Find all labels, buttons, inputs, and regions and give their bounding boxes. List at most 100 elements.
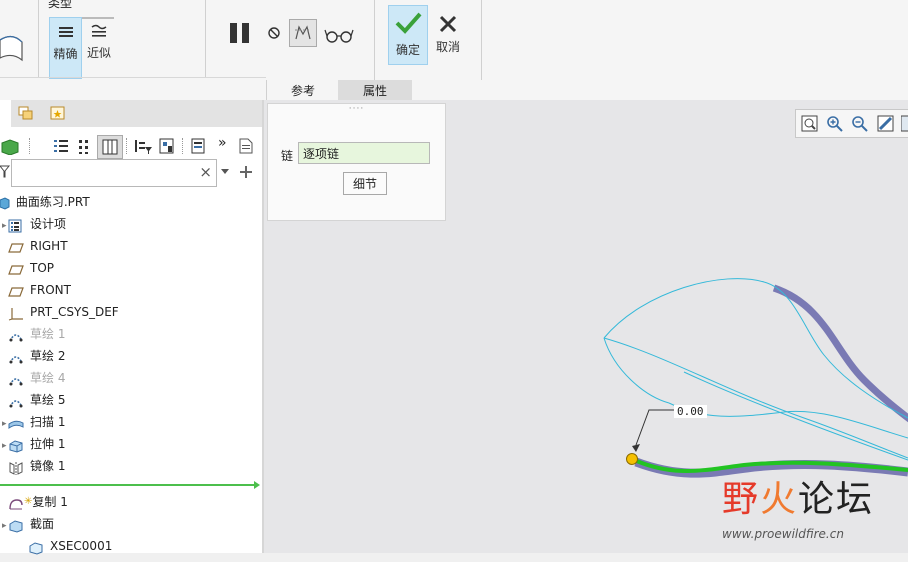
settings-icon[interactable]	[158, 137, 176, 155]
datum-plane-icon	[8, 262, 24, 276]
tree-item[interactable]: ▸ 扫描 1	[2, 411, 66, 433]
geometry-preview-button[interactable]	[289, 19, 317, 47]
precise-button[interactable]: 精确	[49, 17, 82, 79]
extrude-icon	[8, 438, 24, 453]
check-icon	[395, 12, 422, 34]
tree-item-label: 拉伸 1	[30, 437, 66, 451]
tree-item-label: FRONT	[30, 283, 71, 297]
geometry-preview-icon	[295, 25, 311, 40]
tree-item-label: PRT_CSYS_DEF	[30, 305, 119, 319]
tree-item[interactable]: XSEC0001	[28, 535, 112, 557]
insert-here-line[interactable]	[0, 484, 258, 486]
design-items-icon	[8, 218, 24, 232]
tree-item[interactable]: ▸ 设计项	[2, 213, 67, 235]
surface-edge-upper	[772, 284, 908, 423]
ok-button[interactable]: 确定	[388, 5, 428, 65]
display-style-icon[interactable]	[901, 115, 908, 133]
details-button[interactable]: 细节	[343, 172, 387, 195]
filter-columns-icon[interactable]	[77, 137, 91, 155]
ribbon-bottom-line	[0, 77, 266, 78]
tree-item-label: 草绘 4	[30, 371, 66, 385]
approx-label: 近似	[86, 46, 111, 60]
precise-icon	[58, 27, 73, 37]
no-preview-icon[interactable]	[267, 26, 281, 40]
panel-tabs	[0, 100, 262, 127]
datum-plane-icon	[8, 240, 24, 254]
approx-button[interactable]: 近似	[83, 19, 115, 77]
sketch-icon	[8, 350, 24, 364]
group-label: 类型	[48, 0, 73, 10]
tab-model-tree[interactable]	[0, 100, 11, 127]
show-icon[interactable]	[0, 137, 20, 155]
clear-icon[interactable]: ×	[199, 163, 212, 181]
curve-spine	[603, 337, 908, 459]
copy-icon	[8, 496, 24, 510]
tree-item[interactable]: 草绘 4	[8, 367, 65, 389]
tree-item-label: TOP	[30, 261, 55, 275]
tree-item-label: 扫描 1	[30, 415, 66, 429]
start-point	[626, 453, 638, 465]
xsec-icon	[28, 540, 44, 555]
glasses-icon[interactable]	[324, 27, 354, 43]
tree-item-label: 草绘 5	[30, 393, 66, 407]
tree-item[interactable]: RIGHT	[8, 235, 68, 257]
tree-root-label: 曲面练习.PRT	[15, 195, 90, 209]
separator	[29, 138, 31, 154]
refit-icon[interactable]	[801, 115, 819, 133]
tab-strip-filler	[412, 80, 482, 100]
tree-item-label: 镜像 1	[30, 459, 66, 473]
tree-item[interactable]: ▸ 截面	[2, 513, 54, 535]
sketch-icon	[8, 328, 24, 342]
tree-item[interactable]: TOP	[8, 257, 54, 279]
ok-label: 确定	[395, 43, 420, 57]
add-icon[interactable]	[239, 165, 253, 179]
part-icon	[0, 196, 10, 210]
repaint-icon[interactable]	[877, 115, 895, 133]
tree-item[interactable]: 草绘 1	[8, 323, 65, 345]
tree-item[interactable]: ✳复制 1	[8, 491, 68, 513]
chain-collector[interactable]: 逐项链	[298, 142, 430, 164]
more-chevron-icon[interactable]: »	[218, 135, 227, 151]
columns-toggle-button[interactable]	[97, 135, 123, 159]
dimension-value[interactable]: 0.00	[674, 405, 707, 418]
cancel-button[interactable]: 取消	[430, 5, 466, 63]
view-toolbar	[795, 109, 908, 138]
tree-filter-icon[interactable]	[133, 137, 153, 155]
sweep-icon	[8, 416, 24, 430]
document-icon[interactable]	[237, 137, 255, 155]
tree-item[interactable]: ▸ 拉伸 1	[2, 433, 66, 455]
mirror-icon	[8, 460, 24, 475]
surface-tool-icon[interactable]	[0, 30, 26, 70]
watermark-logo: 野火论坛	[722, 479, 875, 520]
model-tree-panel: » × 曲面练习.PRT ▸ 设计项 RIGHT TOP FRONT PRT_CSYS_D…	[0, 100, 262, 555]
ribbon: 类型 精确 近似 确定 取消 参考 属性	[0, 0, 908, 100]
tab-properties[interactable]: 属性	[338, 80, 412, 100]
tree-item-label: XSEC0001	[50, 539, 113, 553]
tree-toolbar-row: »	[0, 135, 262, 159]
favorites-icon[interactable]	[49, 105, 67, 121]
tree-item[interactable]: 镜像 1	[8, 455, 65, 477]
search-input[interactable]: ×	[11, 159, 217, 187]
tree-item[interactable]: FRONT	[8, 279, 71, 301]
tree-item[interactable]: 草绘 2	[8, 345, 65, 367]
filter-icon[interactable]	[0, 164, 10, 178]
pause-icon[interactable]	[228, 21, 252, 45]
tree-list-icon[interactable]	[52, 137, 70, 155]
precise-label: 精确	[53, 47, 78, 61]
tree-item[interactable]: PRT_CSYS_DEF	[8, 301, 119, 323]
tree-root[interactable]: 曲面练习.PRT	[0, 191, 90, 213]
layers-icon[interactable]	[17, 105, 35, 121]
tree-columns-icon[interactable]	[190, 137, 206, 155]
chevron-down-icon[interactable]	[220, 168, 230, 176]
tree-item[interactable]: 草绘 5	[8, 389, 65, 411]
sketch-icon	[8, 372, 24, 386]
zoom-in-icon[interactable]	[826, 115, 844, 133]
tree-item-label: 草绘 2	[30, 349, 66, 363]
insert-arrow-icon	[254, 481, 260, 489]
tab-reference[interactable]: 参考	[266, 80, 339, 100]
approx-icon	[91, 24, 107, 37]
zoom-out-icon[interactable]	[851, 115, 869, 133]
panel-grip[interactable]: ····	[268, 104, 445, 114]
tree-item-label: 复制 1	[32, 495, 68, 509]
tree-item-label: 设计项	[30, 217, 67, 231]
